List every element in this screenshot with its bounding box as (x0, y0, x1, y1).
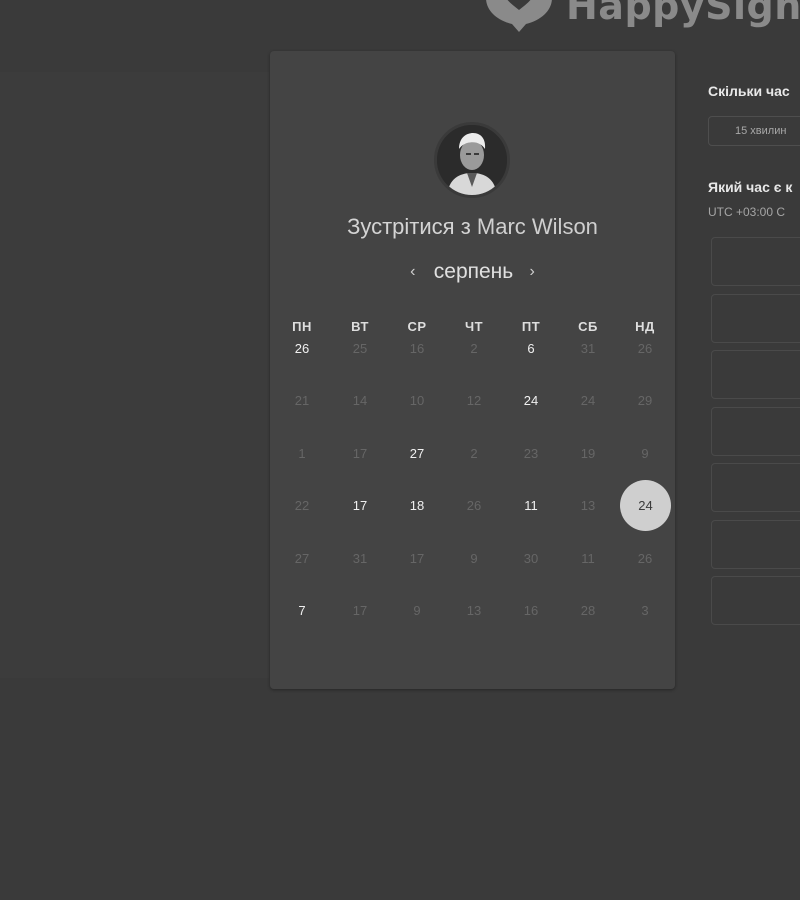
day-cell[interactable]: 7 (282, 603, 322, 619)
day-cell: 29 (637, 393, 653, 408)
day-cell: 22 (294, 498, 310, 513)
day-cell: 26 (637, 551, 653, 566)
day-cell[interactable]: 27 (397, 446, 437, 462)
day-cell[interactable]: 18 (397, 498, 437, 514)
day-cell: 31 (352, 551, 368, 566)
happysign-logo-icon (486, 0, 552, 32)
day-cell: 13 (580, 498, 596, 513)
day-cell[interactable]: 6 (511, 341, 551, 357)
day-cell: 3 (641, 603, 649, 618)
time-slot-button[interactable] (711, 576, 800, 625)
day-cell: 27 (294, 551, 310, 566)
day-cell: 10 (409, 393, 425, 408)
time-slot-button[interactable] (711, 350, 800, 399)
timezone-label: UTC +03:00 C (708, 205, 786, 219)
day-cell: 16 (523, 603, 539, 618)
day-cell: 17 (352, 603, 368, 618)
time-slot-button[interactable] (711, 293, 800, 343)
day-cell[interactable]: 24 (511, 393, 551, 409)
day-cell: 26 (637, 341, 653, 356)
day-cell: 14 (352, 393, 368, 408)
day-cell: 17 (409, 551, 425, 566)
day-cell: 11 (581, 551, 595, 566)
day-cell: 28 (580, 603, 596, 618)
day-cell[interactable]: 17 (340, 498, 380, 514)
day-cell: 9 (470, 551, 478, 566)
day-cell: 26 (466, 498, 482, 513)
day-cell: 31 (580, 341, 596, 356)
day-cell: 13 (466, 603, 482, 618)
day-cell[interactable]: 26 (282, 341, 322, 357)
day-cell: 19 (580, 446, 596, 461)
day-cell: 23 (523, 446, 539, 461)
duration-option-button[interactable]: 15 хвилин (708, 116, 800, 146)
time-slot-button[interactable] (711, 237, 800, 286)
day-cell: 2 (470, 341, 478, 356)
calendar-grid: 26 25 16 2 6 31 26 21 14 10 12 24 24 29 1 17 27 2 23 19 9 22 1… (272, 51, 672, 671)
time-slot-button[interactable] (711, 406, 800, 456)
day-cell: 17 (352, 446, 368, 461)
calendar-card: Зустрітися з Marc Wilson ‹ серпень › ПН В… (270, 51, 675, 689)
time-slot-button[interactable] (711, 463, 800, 512)
day-cell: 30 (523, 551, 539, 566)
time-question: Який час є к (708, 179, 793, 195)
day-cell: 2 (470, 446, 478, 461)
day-cell: 9 (641, 446, 649, 461)
day-cell: 12 (466, 393, 482, 408)
day-cell: 21 (294, 393, 310, 408)
left-panel (0, 72, 269, 678)
day-cell: 16 (409, 341, 425, 356)
day-cell: 24 (580, 393, 596, 408)
day-cell: 25 (352, 341, 368, 356)
time-panel: Скільки час 15 хвилин Який час є к UTC +… (708, 0, 800, 900)
day-cell[interactable]: 11 (511, 498, 551, 514)
duration-question: Скільки час (708, 83, 790, 99)
day-cell-selected[interactable]: 24 (620, 480, 671, 531)
day-cell: 9 (413, 603, 421, 618)
booking-page: HappySign Зустрітися з Marc Wilson ‹ сер… (0, 0, 800, 900)
day-cell: 1 (298, 446, 306, 461)
time-slot-button[interactable] (711, 519, 800, 569)
